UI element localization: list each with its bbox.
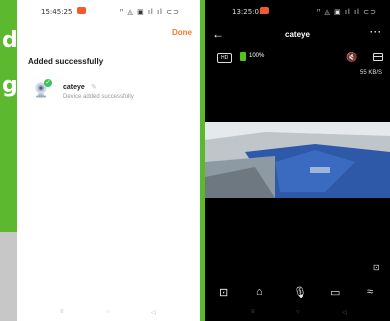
strip-char-1: d — [2, 28, 18, 53]
battery-icon — [240, 52, 246, 61]
success-check-icon: ✓ — [44, 79, 52, 87]
done-button[interactable]: Done — [172, 28, 192, 37]
system-icons: ᵸ ◬ ▣ ıl ıl ⊂⊃ — [120, 8, 180, 16]
nav-bar: ≡ ○ ◁ — [17, 307, 200, 321]
screenshot-icon[interactable]: ⊡ — [219, 286, 228, 299]
strip-char-2: g — [2, 73, 18, 98]
mute-icon[interactable]: 🔇 — [346, 52, 357, 63]
strip-gray-block — [0, 232, 17, 321]
status-time: 15:45:25 — [41, 8, 73, 16]
camera-snapshot-icon[interactable]: ⌂ — [256, 286, 263, 298]
nav-menu-icon[interactable]: ≡ — [251, 309, 255, 315]
mic-icon[interactable]: 🎙 — [293, 286, 307, 299]
hd-toggle[interactable]: HD — [217, 53, 233, 63]
page-title: Added successfully — [28, 57, 104, 66]
system-icons: ᵸ ◬ ▣ ıl ıl ⊂⊃ — [317, 8, 377, 16]
device-title: cateye — [285, 30, 310, 39]
fullscreen-icon[interactable] — [373, 53, 383, 61]
left-strip: d g — [0, 0, 18, 321]
edit-name-icon[interactable]: ✎ — [91, 83, 97, 91]
notification-icon — [77, 7, 86, 14]
device-status: Device added successfully — [63, 94, 134, 100]
live-view-screen: 13:25:01 ᵸ ◬ ▣ ıl ıl ⊂⊃ ← cateye ··· HD … — [205, 0, 390, 321]
add-device-screen: 15:45:25 ᵸ ◬ ▣ ıl ıl ⊂⊃ Done Added succe… — [17, 0, 200, 321]
status-bar: 15:45:25 ᵸ ◬ ▣ ıl ıl ⊂⊃ — [17, 0, 200, 22]
notification-icon — [260, 7, 269, 14]
status-time: 13:25:01 — [232, 8, 264, 16]
status-bar: 13:25:01 ᵸ ◬ ▣ ıl ıl ⊂⊃ — [205, 0, 390, 22]
record-icon[interactable]: ▭ — [330, 286, 340, 299]
nav-home-icon[interactable]: ○ — [106, 309, 110, 315]
more-menu-icon[interactable]: ··· — [370, 27, 382, 37]
live-video-feed[interactable] — [205, 122, 390, 198]
nav-home-icon[interactable]: ○ — [296, 309, 300, 315]
stream-speed: 55 KB/S — [359, 70, 382, 76]
nav-back-icon[interactable]: ◁ — [151, 309, 156, 316]
nav-menu-icon[interactable]: ≡ — [60, 309, 64, 315]
device-name: cateye — [63, 84, 85, 91]
expand-icon[interactable]: ≈ — [367, 286, 373, 298]
battery-percent: 100% — [249, 53, 265, 59]
picture-icon[interactable]: ⊡ — [373, 263, 380, 272]
nav-back-icon[interactable]: ◁ — [342, 309, 347, 316]
nav-bar: ≡ ○ ◁ — [205, 307, 390, 321]
control-bar: ⊡ ⌂ 🎙 ▭ ≈ — [205, 282, 390, 306]
